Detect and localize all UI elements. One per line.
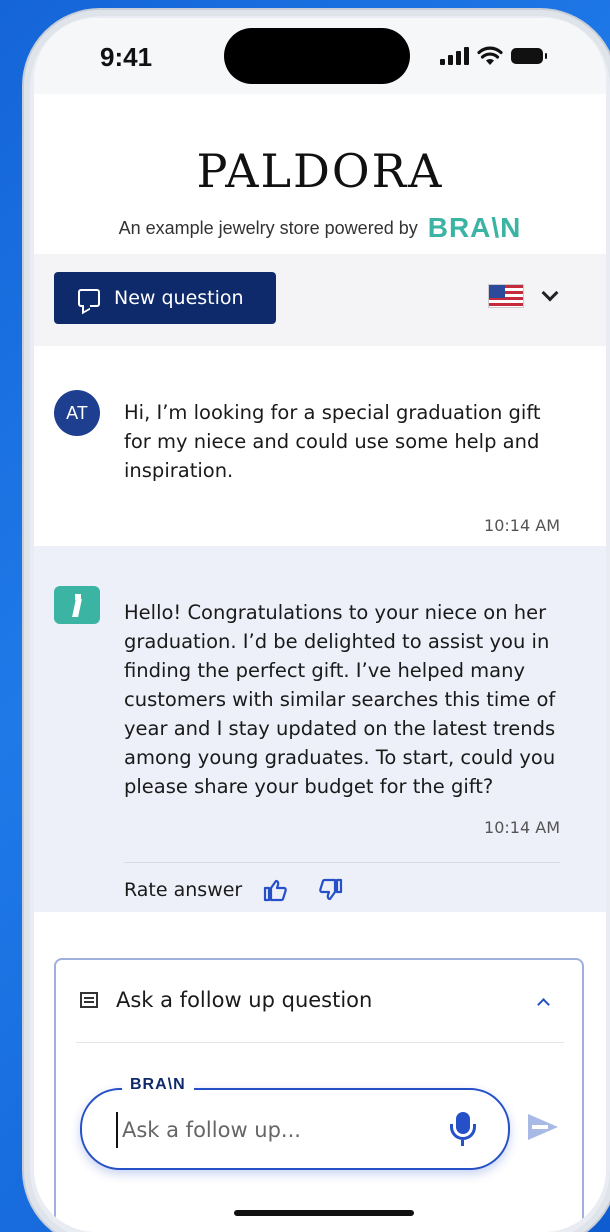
document-icon [80, 992, 98, 1008]
thumbs-up-icon[interactable] [262, 878, 288, 902]
send-icon[interactable] [528, 1114, 558, 1140]
message-timestamp: 10:14 AM [484, 818, 560, 837]
store-title: PALDORA [196, 144, 444, 198]
input-brand-label: BRA\N [122, 1076, 194, 1094]
home-indicator [234, 1210, 414, 1216]
divider [124, 862, 560, 863]
followup-panel: Ask a follow up question BRA\N [54, 958, 584, 1232]
store-subtitle: An example jewelry store powered by [118, 217, 418, 238]
user-message: AT Hi, I’m looking for a special graduat… [34, 346, 606, 546]
status-bar: 9:41 [34, 18, 606, 94]
dynamic-island [224, 28, 410, 84]
followup-input[interactable] [116, 1112, 436, 1148]
new-question-label: New question [114, 287, 244, 309]
chevron-down-icon [541, 284, 559, 302]
microphone-base [461, 1140, 464, 1146]
chat-icon [78, 289, 100, 307]
rate-answer-row: Rate answer [124, 878, 344, 902]
wifi-icon [477, 46, 503, 65]
app-screen: 9:41 PALDORA An example jewelry store po… [34, 18, 606, 1232]
message-text: Hi, I’m looking for a special graduation… [124, 401, 541, 482]
status-time: 9:41 [100, 42, 153, 72]
followup-input-box: BRA\N [80, 1076, 510, 1170]
avatar: AT [54, 390, 100, 436]
message-timestamp: 10:14 AM [484, 516, 560, 535]
brain-logo: BRA\N [427, 212, 522, 243]
battery-icon [511, 48, 547, 64]
chevron-up-icon[interactable] [537, 998, 550, 1011]
assistant-avatar-icon [54, 586, 100, 624]
followup-title: Ask a follow up question [116, 988, 373, 1012]
new-question-button[interactable]: New question [54, 272, 276, 324]
language-selector[interactable] [488, 284, 559, 308]
store-header: PALDORA An example jewelry store powered… [34, 94, 606, 254]
status-icons [440, 46, 547, 66]
chat-toolbar: New question [34, 254, 606, 346]
microphone-stand [450, 1124, 476, 1140]
divider [76, 1042, 564, 1043]
powered-by-row: An example jewelry store powered by BRA\… [34, 212, 606, 244]
rate-answer-label: Rate answer [124, 879, 243, 901]
flag-us-icon [488, 284, 524, 308]
signal-icon [440, 47, 469, 65]
followup-header[interactable]: Ask a follow up question [80, 988, 372, 1012]
thumbs-down-icon[interactable] [318, 878, 344, 902]
assistant-message: Hello! Congratulations to your niece on … [34, 546, 606, 912]
message-text: Hello! Congratulations to your niece on … [124, 601, 556, 798]
